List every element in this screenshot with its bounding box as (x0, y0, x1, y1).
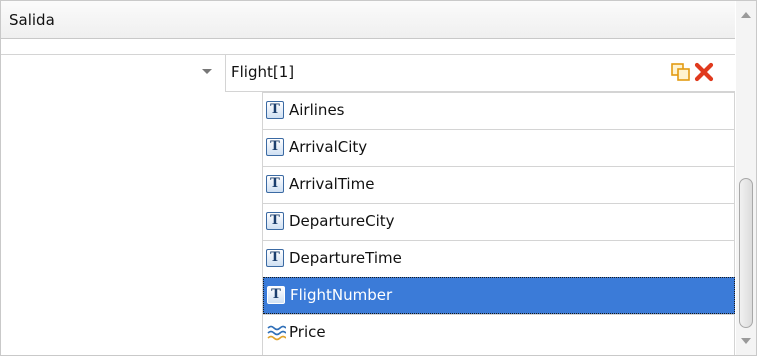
field-row-arrivalcity[interactable]: T ArrivalCity (263, 129, 735, 166)
field-label: ArrivalTime (289, 175, 375, 193)
text-field-icon: T (266, 212, 284, 230)
text-field-icon: T (266, 101, 284, 119)
panel-title: Salida (9, 11, 55, 29)
node-label: Flight[1] (231, 63, 295, 81)
field-label: Airlines (289, 101, 345, 119)
text-field-icon: T (266, 249, 284, 267)
number-field-icon (266, 323, 287, 341)
field-row-airlines[interactable]: T Airlines (263, 92, 735, 129)
copy-icon[interactable] (670, 62, 692, 82)
scrollbar-thumb[interactable] (739, 178, 753, 328)
close-icon[interactable] (693, 61, 715, 83)
scroll-down-arrow-icon[interactable] (741, 338, 751, 344)
scroll-up-arrow-icon[interactable] (741, 12, 751, 18)
text-field-icon: T (266, 138, 284, 156)
field-label: FlightNumber (290, 286, 393, 304)
field-row-arrivaltime[interactable]: T ArrivalTime (263, 166, 735, 203)
field-label: Price (289, 323, 326, 341)
field-label: ArrivalCity (289, 138, 368, 156)
field-row-departuretime[interactable]: T DepartureTime (263, 240, 735, 277)
panel-header: Salida (1, 1, 735, 39)
text-field-icon: T (266, 175, 284, 193)
field-row-flightnumber[interactable]: T FlightNumber (263, 277, 735, 314)
field-row-departurecity[interactable]: T DepartureCity (263, 203, 735, 240)
field-row-price[interactable]: Price (263, 314, 735, 351)
field-label: DepartureCity (289, 212, 395, 230)
tree-view: Flight[1] T Airlines T ArrivalCity T Arr… (1, 40, 735, 355)
text-field-icon: T (267, 286, 285, 304)
chevron-down-icon[interactable] (202, 69, 212, 74)
grid-line (1, 54, 225, 55)
tree-node-flight[interactable]: Flight[1] (225, 54, 735, 92)
field-label: DepartureTime (289, 249, 402, 267)
